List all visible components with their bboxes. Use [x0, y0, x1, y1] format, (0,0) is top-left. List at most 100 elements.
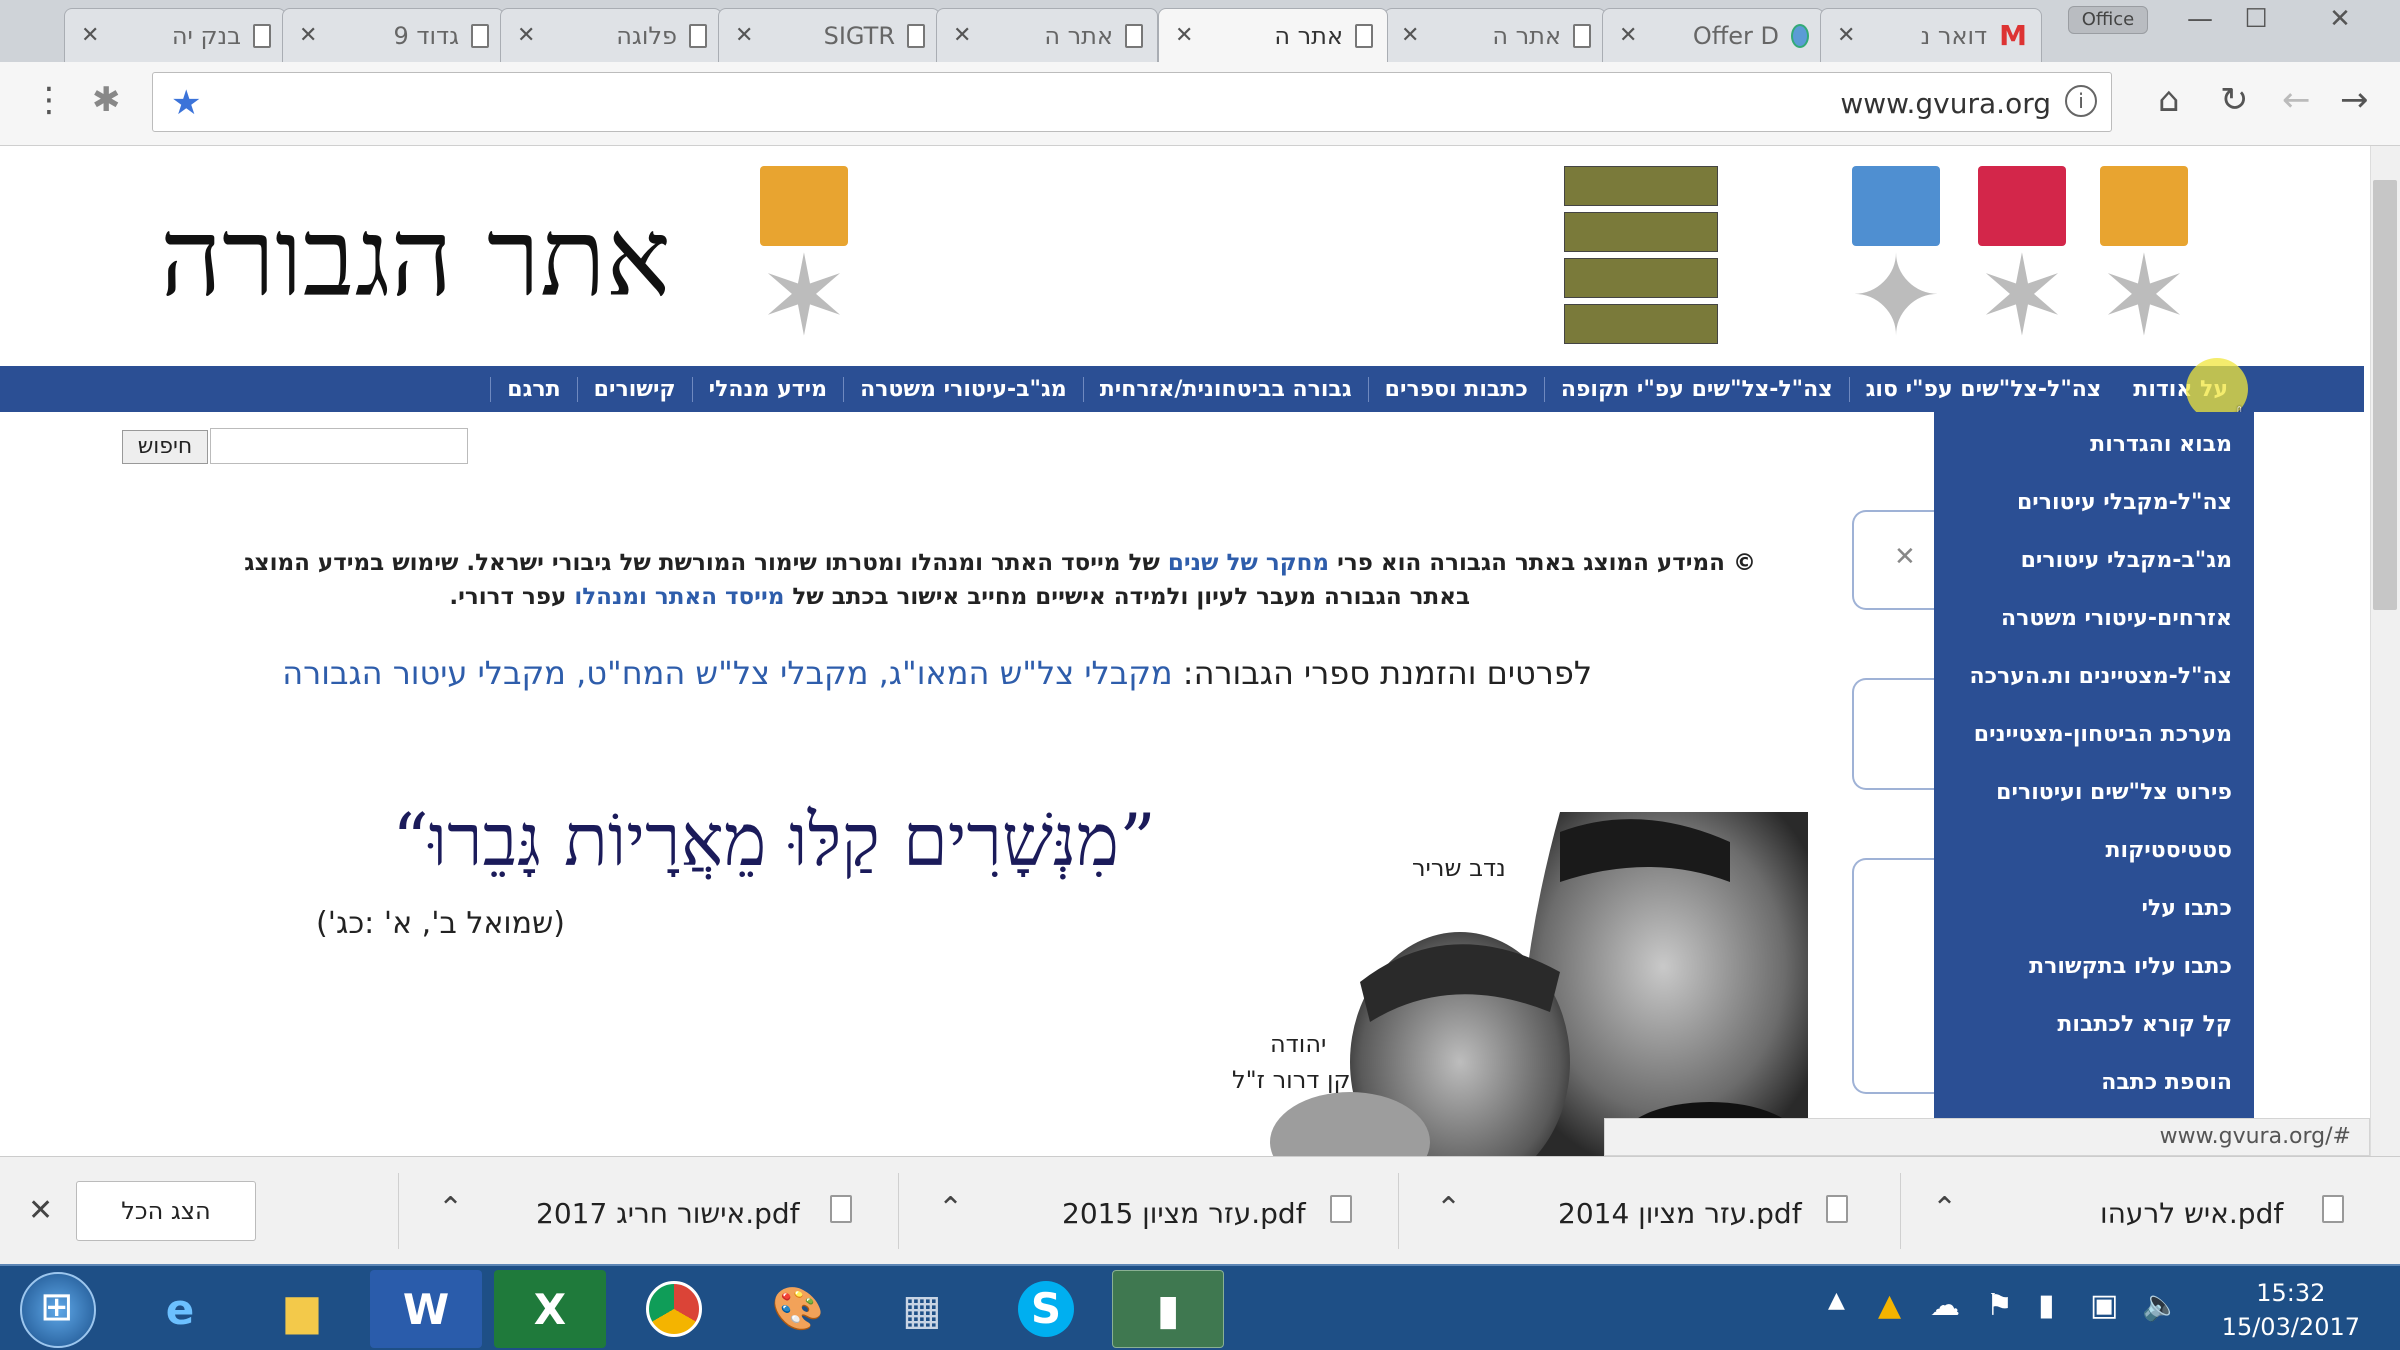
back-icon[interactable]: →: [2340, 80, 2369, 120]
flag-icon[interactable]: ⚑: [1986, 1288, 2013, 1323]
download-item-name[interactable]: עזר מציון 2014.pdf: [1558, 1197, 1802, 1230]
scrollbar-thumb[interactable]: [2373, 180, 2397, 610]
close-icon[interactable]: ✕: [28, 1193, 53, 1228]
forward-icon[interactable]: ←: [2282, 80, 2311, 120]
close-icon[interactable]: ✕: [1837, 23, 1855, 48]
close-icon[interactable]: ✕: [735, 23, 753, 48]
nav-item-admin-info[interactable]: מידע מנהלי: [691, 376, 843, 402]
quote-source: (שמואל ב', א' :כג'): [316, 906, 565, 941]
nav-item-translate[interactable]: תרגם: [490, 376, 576, 402]
nav-item-security-civil[interactable]: גבורה בביטחונית/אזרחית: [1082, 376, 1368, 402]
menu-icon[interactable]: ⋮: [32, 80, 66, 120]
nav-item-decorations-by-period[interactable]: צה"ל-צל"שים עפ"י תקופה: [1543, 376, 1849, 402]
system-clock[interactable]: 15:32 15/03/2017: [2222, 1276, 2360, 1344]
extension-icon[interactable]: ✱: [92, 80, 121, 120]
close-icon[interactable]: ✕: [299, 23, 317, 48]
research-link[interactable]: מחקר של שנים: [1168, 550, 1329, 576]
close-icon[interactable]: ✕: [1894, 542, 1916, 572]
close-icon[interactable]: ✕: [1175, 23, 1193, 48]
founder-link[interactable]: מייסד האתר ומנהלו: [574, 584, 784, 610]
copyright-line-1: © המידע המוצג באתר הגבורה הוא פרי מחקר ש…: [244, 550, 1756, 576]
chrome-icon[interactable]: [618, 1270, 730, 1348]
profile-button[interactable]: Office: [2068, 6, 2148, 34]
page-icon: [253, 23, 271, 48]
power-icon[interactable]: ▮: [2038, 1288, 2055, 1323]
dropdown-item[interactable]: אזרחים-עיטורי משטרה: [2001, 606, 2232, 631]
dropdown-item[interactable]: צה"ל-מצטיינים ות.הערכה: [1969, 664, 2232, 689]
excel-icon[interactable]: X: [494, 1270, 606, 1348]
maximize-icon[interactable]: ☐: [2228, 4, 2284, 34]
minimize-icon[interactable]: —: [2172, 4, 2228, 34]
book-link-brigade[interactable]: מקבלי צל"ש המח"ט,: [576, 654, 868, 692]
skype-icon[interactable]: S: [990, 1270, 1102, 1348]
nav-item-articles-books[interactable]: כתבות וספרים: [1367, 376, 1544, 402]
page-icon: [1125, 23, 1143, 48]
show-all-button[interactable]: הצג הכל: [76, 1181, 256, 1241]
close-icon[interactable]: ✕: [1401, 23, 1419, 48]
browser-tab[interactable]: ✕ פלוגה: [500, 8, 722, 62]
chevron-up-icon[interactable]: ⌃: [1436, 1191, 1461, 1226]
volume-icon[interactable]: 🔈: [2142, 1288, 2179, 1323]
dropdown-item[interactable]: סטטיסטיקות: [2106, 838, 2232, 863]
dropdown-item[interactable]: הוספת כתבה: [2101, 1070, 2232, 1095]
close-icon[interactable]: ✕: [953, 23, 971, 48]
book-link-division[interactable]: מקבלי צל"ש המאו"ג,: [879, 654, 1173, 692]
tray-expand-icon[interactable]: ▲: [1828, 1288, 1845, 1313]
page-icon: [1355, 23, 1373, 48]
browser-tab[interactable]: ✕ דואר נ M: [1820, 8, 2042, 62]
site-title: אתר הגבורה: [160, 196, 671, 321]
folder-icon[interactable]: ▆: [246, 1270, 358, 1348]
nav-item-links[interactable]: קישורים: [576, 376, 692, 402]
dropdown-item[interactable]: מבוא והגדרות: [2090, 432, 2232, 457]
photo-caption: יהודה: [1270, 1030, 1327, 1058]
screen-recorder-icon[interactable]: ▮: [1112, 1270, 1224, 1348]
word-icon[interactable]: W: [370, 1270, 482, 1348]
browser-tab[interactable]: ✕ SIGTR: [718, 8, 940, 62]
bookmark-star-icon[interactable]: ★: [171, 83, 201, 123]
side-panel: ✕: [1852, 510, 1936, 610]
browser-tab-active[interactable]: ✕ אתר ה: [1158, 8, 1388, 62]
dropdown-item[interactable]: פירוט צל"שים ועיטורים: [1996, 780, 2232, 805]
medal-image: ✶: [754, 166, 854, 366]
dropdown-item[interactable]: צה"ל-מקבלי עיטורים: [2017, 490, 2232, 515]
info-icon[interactable]: i: [2065, 85, 2097, 117]
download-item-name[interactable]: עזר מציון 2015.pdf: [1062, 1197, 1306, 1230]
nav-item-police[interactable]: מג"ב-עיטורי משטרה: [843, 376, 1083, 402]
home-icon[interactable]: ⌂: [2158, 80, 2180, 120]
close-icon[interactable]: ✕: [517, 23, 535, 48]
network-icon[interactable]: ▣: [2090, 1288, 2118, 1323]
pdf-file-icon: [1826, 1195, 1848, 1223]
browser-tab[interactable]: ✕ אתר ה: [936, 8, 1158, 62]
cloud-icon[interactable]: ☁: [1930, 1288, 1960, 1323]
paint-icon[interactable]: 🎨: [742, 1270, 854, 1348]
dropdown-item[interactable]: מערכת הביטחון-מצטיינים: [1974, 722, 2232, 747]
nav-item-decorations-by-type[interactable]: צה"ל-צל"שים עפ"י סוג: [1848, 376, 2118, 402]
dropdown-item[interactable]: קל קורא לכתבות: [2057, 1012, 2232, 1037]
browser-tab[interactable]: ✕ אתר ה: [1384, 8, 1606, 62]
calculator-icon[interactable]: ▦: [866, 1270, 978, 1348]
book-link-valor[interactable]: מקבלי עיטור הגבורה: [282, 654, 566, 692]
start-button[interactable]: ⊞: [20, 1272, 96, 1348]
dropdown-item[interactable]: כתבו עליו בתקשורת: [2029, 954, 2232, 979]
download-item-name[interactable]: איש לרעהו.pdf: [2100, 1197, 2283, 1230]
browser-tab[interactable]: ✕ בנק יה: [64, 8, 286, 62]
drive-icon[interactable]: ▲: [1878, 1288, 1901, 1323]
download-item-name[interactable]: אישור חריג 2017.pdf: [536, 1197, 800, 1230]
chevron-up-icon[interactable]: ⌃: [1932, 1191, 1957, 1226]
ie-icon[interactable]: e: [124, 1270, 236, 1348]
address-bar[interactable]: ★ www.gvura.org i: [152, 72, 2112, 132]
browser-tab[interactable]: ✕ גדוד 9: [282, 8, 504, 62]
window-close-icon[interactable]: ✕: [2312, 4, 2368, 34]
reload-icon[interactable]: ↻: [2220, 80, 2249, 120]
dropdown-item[interactable]: כתבו עלי: [2141, 896, 2232, 921]
photo-caption: נדב שריר: [1412, 854, 1506, 882]
about-dropdown-menu: מבוא והגדרות צה"ל-מקבלי עיטורים מג"ב-מקב…: [1934, 412, 2254, 1156]
chevron-up-icon[interactable]: ⌃: [438, 1191, 463, 1226]
search-button[interactable]: חיפוש: [122, 430, 208, 464]
browser-tab[interactable]: ✕ Offer D: [1602, 8, 1824, 62]
search-input[interactable]: [210, 428, 468, 464]
close-icon[interactable]: ✕: [81, 23, 99, 48]
dropdown-item[interactable]: מג"ב-מקבלי עיטורים: [2021, 548, 2232, 573]
chevron-up-icon[interactable]: ⌃: [938, 1191, 963, 1226]
close-icon[interactable]: ✕: [1619, 23, 1637, 48]
